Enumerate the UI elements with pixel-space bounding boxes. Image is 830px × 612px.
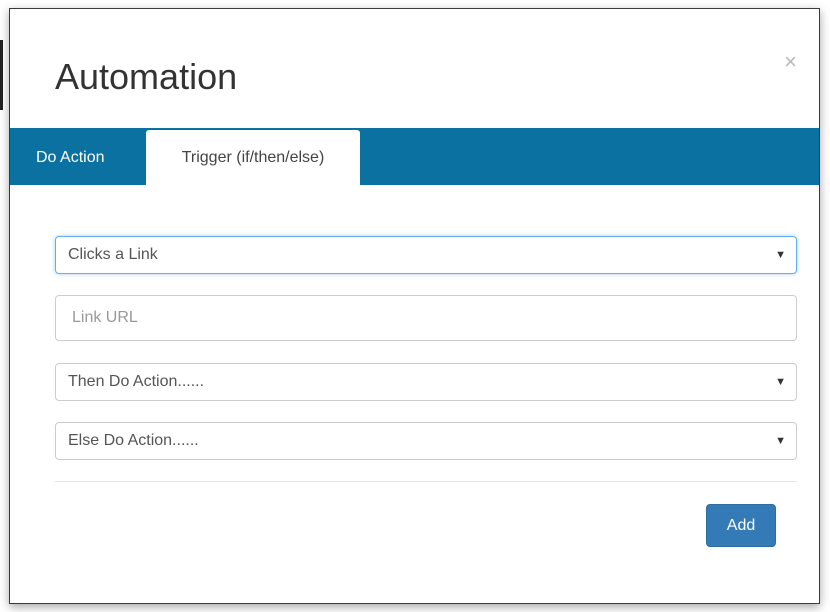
modal-title: Automation — [55, 56, 238, 97]
else-action-select-value: Else Do Action...... — [68, 432, 199, 449]
tab-trigger[interactable]: Trigger (if/then/else) — [146, 130, 360, 186]
trigger-select[interactable]: Clicks a Link ▼ — [55, 236, 797, 274]
trigger-select-value: Clicks a Link — [68, 246, 158, 263]
footer-divider — [55, 481, 797, 482]
chevron-down-icon: ▼ — [775, 435, 786, 447]
chevron-down-icon: ▼ — [775, 249, 786, 261]
tab-do-action[interactable]: Do Action — [36, 128, 104, 185]
link-url-input[interactable] — [55, 295, 797, 341]
automation-modal: Automation × Do Action Trigger (if/then/… — [9, 8, 820, 604]
tab-bar: Do Action Trigger (if/then/else) — [10, 128, 819, 186]
chevron-down-icon: ▼ — [775, 376, 786, 388]
background-window-edge — [0, 40, 3, 110]
else-action-select[interactable]: Else Do Action...... ▼ — [55, 422, 797, 460]
then-action-select-value: Then Do Action...... — [68, 373, 205, 390]
close-icon[interactable]: × — [784, 51, 797, 73]
add-button[interactable]: Add — [706, 504, 776, 547]
then-action-select[interactable]: Then Do Action...... ▼ — [55, 363, 797, 401]
